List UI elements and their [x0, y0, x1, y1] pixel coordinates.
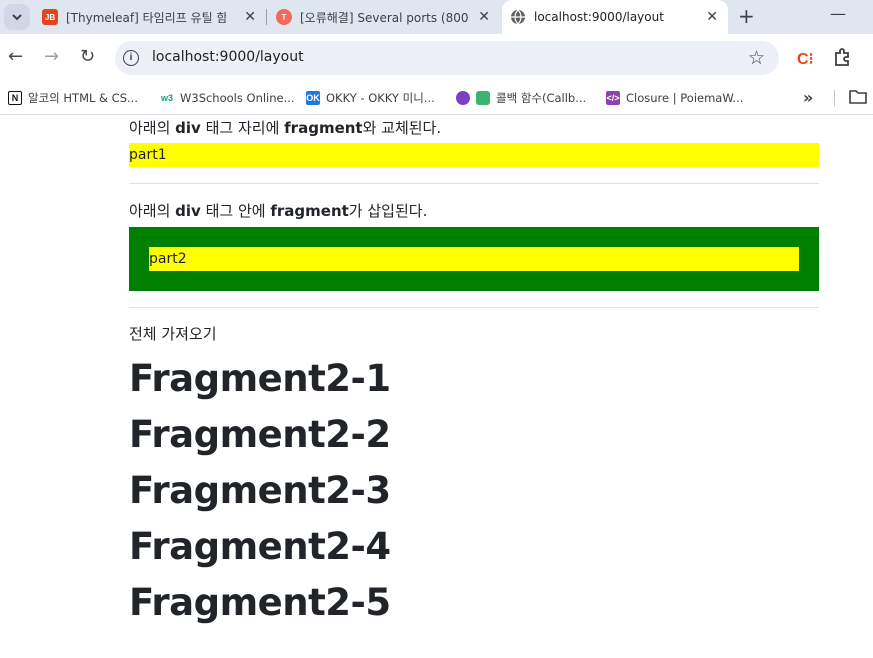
- close-icon[interactable]: ✕: [706, 9, 718, 25]
- bookmark-item[interactable]: 콜백 함수(Callb...: [456, 88, 586, 108]
- bookmarks-divider: [834, 90, 835, 106]
- colorful-site-icon: [456, 91, 470, 105]
- bookmark-label: W3Schools Online...: [180, 91, 295, 105]
- extensions-puzzle-icon[interactable]: [832, 47, 852, 67]
- bookmark-label: OKKY - OKKY 미니...: [326, 91, 435, 105]
- address-bar[interactable]: i localhost:9000/layout ☆: [115, 41, 779, 75]
- minimize-button[interactable]: —: [830, 4, 846, 23]
- bookmark-label: Closure | PoiemaW...: [626, 91, 744, 105]
- tab-localhost-active[interactable]: localhost:9000/layout ✕: [502, 0, 728, 34]
- fragment-part2: part2: [149, 247, 799, 271]
- tistory-favicon-icon: T: [276, 9, 292, 25]
- w3schools-icon: w3: [160, 93, 173, 103]
- tab-strip: JB [Thymeleaf] 타임리프 유틸 함 ✕ T [오류해결] Seve…: [0, 0, 873, 34]
- tab-title: [오류해결] Several ports (800: [300, 10, 469, 25]
- fetch-all-caption: 전체 가져오기: [129, 325, 217, 343]
- jetbrains-favicon-icon: JB: [42, 9, 58, 25]
- close-icon[interactable]: ✕: [244, 9, 256, 25]
- tab-title: [Thymeleaf] 타임리프 유틸 함: [66, 10, 226, 25]
- code-icon: </>: [606, 91, 620, 105]
- bookmark-item[interactable]: </> Closure | PoiemaW...: [606, 88, 743, 108]
- bookmark-star-icon[interactable]: ☆: [748, 47, 765, 69]
- bookmark-label: 알코의 HTML & CS...: [28, 91, 138, 105]
- forward-arrow-icon[interactable]: →: [44, 47, 59, 67]
- site-info-icon[interactable]: i: [123, 50, 139, 66]
- insert-caption: 아래의 div 태그 안에 fragment가 삽입된다.: [129, 202, 428, 220]
- close-icon[interactable]: ✕: [478, 9, 490, 25]
- tab-title: localhost:9000/layout: [534, 10, 664, 24]
- page-viewport: 아래의 div 태그 자리에 fragment와 교체된다. part1 아래의…: [0, 116, 873, 658]
- reload-icon[interactable]: ↻: [80, 47, 95, 67]
- extension-c-icon[interactable]: C⁝: [797, 49, 814, 69]
- replace-caption: 아래의 div 태그 자리에 fragment와 교체된다.: [129, 119, 442, 137]
- bookmark-label: 콜백 함수(Callb...: [496, 91, 587, 105]
- bookmark-item[interactable]: N 알코의 HTML & CS...: [8, 88, 138, 108]
- bookmark-item[interactable]: OK OKKY - OKKY 미니...: [306, 88, 435, 108]
- fragment-part1: part1: [129, 143, 819, 167]
- insert-container: part2: [129, 227, 819, 291]
- fragment-heading: Fragment2-2: [129, 413, 391, 456]
- fragment-heading: Fragment2-5: [129, 581, 391, 624]
- okky-icon: OK: [306, 91, 320, 105]
- more-bookmarks-chevron-icon[interactable]: »: [803, 88, 813, 107]
- tab-error-fix[interactable]: T [오류해결] Several ports (800 ✕: [270, 0, 500, 34]
- globe-icon: [510, 9, 526, 25]
- url-text[interactable]: localhost:9000/layout: [152, 49, 304, 65]
- bookmark-item[interactable]: w3 W3Schools Online...: [160, 88, 295, 108]
- bookmarks-bar: N 알코의 HTML & CS... w3 W3Schools Online..…: [0, 81, 873, 115]
- divider: [129, 183, 819, 184]
- chevron-down-icon: [12, 14, 22, 21]
- fragment-heading: Fragment2-1: [129, 357, 391, 400]
- divider: [129, 307, 819, 308]
- tab-divider: [266, 9, 267, 25]
- fragment-heading: Fragment2-3: [129, 469, 391, 512]
- new-tab-button[interactable]: +: [738, 5, 755, 27]
- back-arrow-icon[interactable]: ←: [8, 47, 23, 67]
- tab-search-button[interactable]: [4, 4, 30, 30]
- browser-toolbar: ← → ↻ i localhost:9000/layout ☆ C⁝: [0, 34, 873, 81]
- fragment-heading: Fragment2-4: [129, 525, 391, 568]
- tab-thymeleaf[interactable]: JB [Thymeleaf] 타임리프 유틸 함 ✕: [36, 0, 266, 34]
- cube-icon: [476, 91, 490, 105]
- notion-icon: N: [8, 91, 22, 105]
- folder-icon[interactable]: [849, 90, 867, 104]
